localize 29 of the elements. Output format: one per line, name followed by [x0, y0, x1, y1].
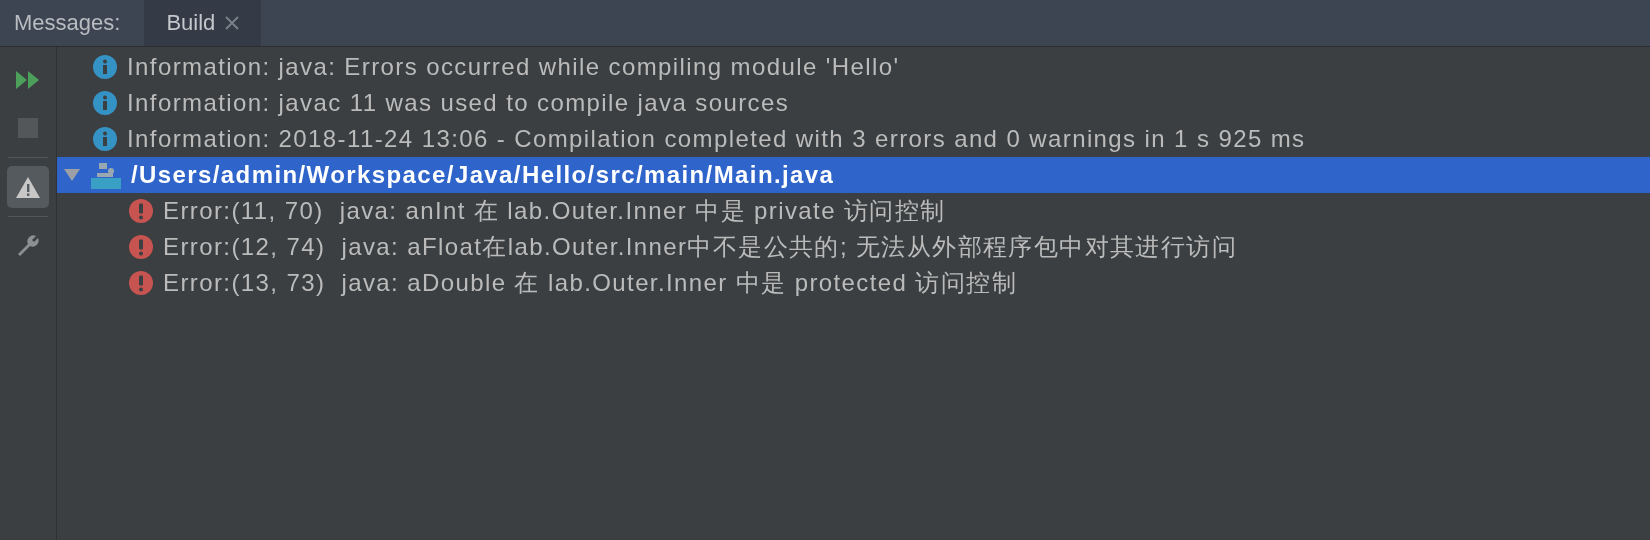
tab[interactable]: Build	[144, 0, 262, 46]
fast-forward-icon	[15, 70, 41, 90]
error-icon	[129, 271, 153, 295]
info-icon	[93, 55, 117, 79]
error-icon	[129, 199, 153, 223]
warning-icon	[15, 175, 41, 199]
message-text: Error:(13, 73) java: aDouble 在 lab.Outer.Inner 中是 protected 访问控制	[163, 268, 1017, 298]
java-file-icon	[91, 161, 121, 189]
collapse-triangle-icon[interactable]	[63, 168, 81, 182]
message-row[interactable]: Error:(12, 74) java: aFloat在lab.Outer.Inner中不是公共的; 无法从外部程序包中对其进行访问	[57, 229, 1650, 265]
message-text: Error:(12, 74) java: aFloat在lab.Outer.Inner中不是公共的; 无法从外部程序包中对其进行访问	[163, 232, 1237, 262]
file-path: /Users/admin/Workspace/Java/Hello/src/main/Main.java	[131, 161, 835, 189]
stop-icon	[18, 118, 38, 138]
message-text: Error:(11, 70) java: anInt 在 lab.Outer.Inner 中是 private 访问控制	[163, 196, 946, 226]
message-text: Information: javac 11 was used to compile java sources	[127, 89, 790, 117]
message-text: Information: java: Errors occurred while compiling module 'Hello'	[127, 53, 900, 81]
message-row[interactable]: Information: java: Errors occurred while compiling module 'Hello'	[57, 49, 1650, 85]
message-row[interactable]: Information: javac 11 was used to compile java sources	[57, 85, 1650, 121]
toolbar-button[interactable]	[7, 166, 49, 208]
file-tree-row[interactable]: /Users/admin/Workspace/Java/Hello/src/main/Main.java	[57, 157, 1650, 193]
message-row[interactable]: Information: 2018-11-24 13:06 - Compilation completed with 3 errors and 0 warnings in 1 s 925 ms	[57, 121, 1650, 157]
close-icon[interactable]	[225, 16, 240, 30]
error-icon	[129, 235, 153, 259]
message-row[interactable]: Error:(13, 73) java: aDouble 在 lab.Outer.Inner 中是 protected 访问控制	[57, 265, 1650, 301]
info-icon	[93, 127, 117, 151]
message-row[interactable]: Error:(11, 70) java: anInt 在 lab.Outer.Inner 中是 private 访问控制	[57, 193, 1650, 229]
message-text: Information: 2018-11-24 13:06 - Compilation completed with 3 errors and 0 warnings in 1 s 925 ms	[127, 125, 1306, 153]
info-icon	[93, 91, 117, 115]
panel-label: Messages:	[13, 9, 122, 37]
